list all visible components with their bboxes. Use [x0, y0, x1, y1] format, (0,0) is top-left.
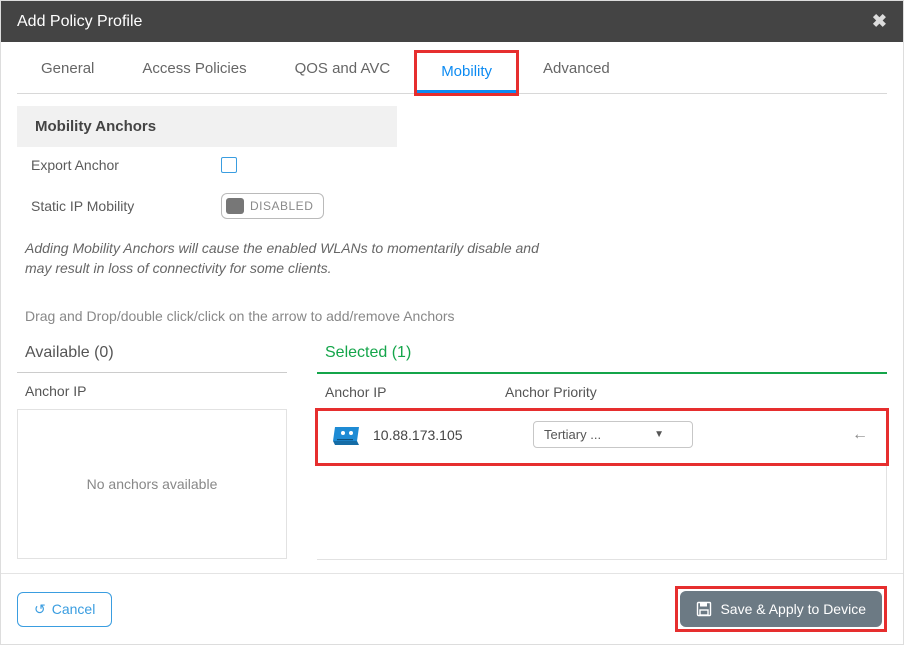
row-export-anchor: Export Anchor [17, 147, 887, 183]
dialog-title: Add Policy Profile [17, 13, 142, 31]
dialog-body: General Access Policies QOS and AVC Mobi… [1, 42, 903, 573]
available-column: Available (0) Anchor IP No anchors avail… [17, 334, 287, 560]
anchor-priority-select[interactable]: Tertiary ... ▼ [533, 421, 693, 448]
row-static-ip-mobility: Static IP Mobility DISABLED [17, 183, 887, 229]
close-icon[interactable]: ✖ [872, 11, 887, 32]
toggle-knob [226, 198, 244, 214]
save-icon [696, 601, 712, 617]
highlight-frame-save: Save & Apply to Device [675, 586, 887, 632]
available-col-ip: Anchor IP [25, 383, 205, 399]
save-apply-button[interactable]: Save & Apply to Device [680, 591, 882, 627]
cancel-button[interactable]: ↺ Cancel [17, 592, 112, 627]
save-label: Save & Apply to Device [720, 601, 866, 617]
available-header: Available (0) [17, 334, 287, 373]
label-static-ip-mobility: Static IP Mobility [31, 198, 221, 214]
anchor-ip: 10.88.173.105 [373, 427, 523, 443]
section-title-mobility-anchors: Mobility Anchors [17, 106, 397, 147]
available-list[interactable]: No anchors available [17, 409, 287, 559]
checkbox-export-anchor[interactable] [221, 157, 237, 173]
anchors-columns: Available (0) Anchor IP No anchors avail… [17, 334, 887, 560]
selected-list[interactable]: 10.88.173.105 Tertiary ... ▼ ← [317, 410, 887, 560]
selected-list-area: 10.88.173.105 Tertiary ... ▼ ← [317, 410, 887, 560]
chevron-down-icon: ▼ [654, 429, 664, 440]
anchor-row[interactable]: 10.88.173.105 Tertiary ... ▼ ← [317, 411, 886, 458]
tab-access-policies[interactable]: Access Policies [118, 50, 270, 93]
warning-text: Adding Mobility Anchors will cause the e… [17, 235, 577, 282]
dialog-header: Add Policy Profile ✖ [1, 1, 903, 42]
drag-drop-hint: Drag and Drop/double click/click on the … [17, 282, 887, 334]
tab-mobility[interactable]: Mobility [417, 53, 516, 93]
tab-bar: General Access Policies QOS and AVC Mobi… [17, 50, 887, 94]
label-export-anchor: Export Anchor [31, 157, 221, 173]
selected-col-ip: Anchor IP [325, 384, 505, 400]
device-icon [329, 423, 363, 447]
available-empty-text: No anchors available [87, 476, 218, 492]
cancel-label: Cancel [52, 601, 96, 617]
selected-column: Selected (1) Anchor IP Anchor Priority [317, 334, 887, 560]
tab-advanced[interactable]: Advanced [519, 50, 634, 93]
undo-icon: ↺ [34, 601, 46, 618]
toggle-static-ip-mobility[interactable]: DISABLED [221, 193, 324, 219]
selected-col-priority: Anchor Priority [505, 384, 879, 400]
remove-arrow-icon[interactable]: ← [846, 426, 874, 444]
selected-header: Selected (1) [317, 334, 887, 374]
dialog-footer: ↺ Cancel Save & Apply to Device [1, 573, 903, 644]
tab-qos-avc[interactable]: QOS and AVC [271, 50, 415, 93]
highlight-frame-tab: Mobility [414, 50, 519, 96]
available-subheader: Anchor IP [17, 373, 287, 409]
selected-subheader: Anchor IP Anchor Priority [317, 374, 887, 410]
anchor-priority-value: Tertiary ... [544, 427, 601, 442]
toggle-state-text: DISABLED [250, 199, 313, 213]
tab-general[interactable]: General [17, 50, 118, 93]
